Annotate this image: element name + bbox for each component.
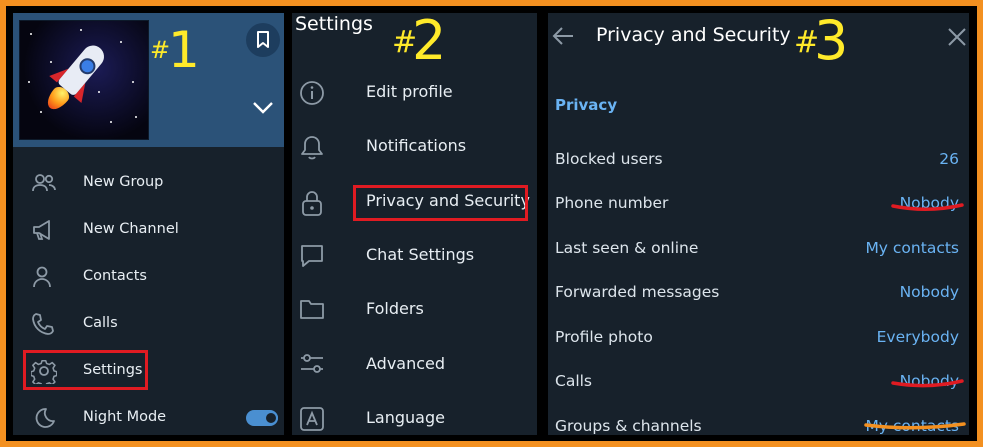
- chat-icon: [301, 245, 323, 267]
- menu-item-new-channel[interactable]: New Channel: [13, 207, 284, 254]
- menu-item-night-mode[interactable]: Night Mode: [13, 395, 284, 435]
- phone-icon: [32, 313, 54, 335]
- settings-title: Settings: [295, 13, 373, 35]
- avatar[interactable]: [19, 20, 149, 140]
- settings-item-label: Edit profile: [366, 82, 453, 101]
- menu-item-contacts[interactable]: Contacts: [13, 254, 284, 301]
- main-menu-panel: # 1 New Group New Channel Contacts Calls…: [13, 13, 284, 435]
- settings-item-notifications[interactable]: Notifications: [292, 120, 537, 174]
- annotation-number-2: 2: [412, 13, 447, 72]
- privacy-security-panel: Privacy and Security # 3 Privacy Blocked…: [548, 13, 969, 435]
- underline-calls: [891, 379, 964, 388]
- settings-item-advanced[interactable]: Advanced: [292, 338, 537, 392]
- info-icon: [300, 81, 324, 105]
- annotation-number-1: 1: [168, 21, 200, 79]
- underline-phone-number: [891, 203, 964, 212]
- menu-item-label: Contacts: [83, 268, 147, 284]
- profile-header: # 1: [13, 13, 284, 147]
- lock-icon: [302, 191, 322, 216]
- rocket-icon: [34, 35, 116, 122]
- settings-item-label: Advanced: [366, 354, 446, 373]
- menu-item-new-group[interactable]: New Group: [13, 160, 284, 207]
- night-mode-toggle[interactable]: [246, 410, 278, 426]
- moon-icon: [35, 408, 55, 428]
- sliders-icon: [301, 354, 323, 373]
- person-icon: [33, 266, 51, 288]
- bell-icon: [301, 136, 323, 160]
- settings-item-label: Notifications: [366, 136, 467, 155]
- settings-item-language[interactable]: Language: [292, 392, 537, 435]
- menu-item-calls[interactable]: Calls: [13, 301, 284, 348]
- megaphone-icon: [33, 220, 50, 240]
- settings-item-label: Chat Settings: [366, 245, 475, 264]
- highlight-box-privacy: [353, 185, 528, 221]
- chevron-down-icon[interactable]: [252, 101, 274, 115]
- language-icon: [300, 407, 324, 431]
- menu-item-label: New Channel: [83, 221, 179, 237]
- settings-item-folders[interactable]: Folders: [292, 283, 537, 337]
- bookmark-icon: [257, 31, 269, 48]
- underline-groups-channels: [864, 422, 966, 430]
- settings-item-chat-settings[interactable]: Chat Settings: [292, 229, 537, 283]
- group-icon: [32, 174, 56, 192]
- settings-item-label: Language: [366, 408, 445, 427]
- menu-item-label: Night Mode: [83, 409, 167, 425]
- saved-messages-button[interactable]: [246, 23, 280, 57]
- folder-icon: [300, 300, 324, 319]
- settings-panel: Settings # 2 Edit profile Notifications …: [292, 13, 537, 435]
- annotation-underlines: [864, 203, 966, 430]
- toggle-knob: [264, 411, 278, 425]
- settings-item-label: Folders: [366, 299, 424, 318]
- menu-item-label: Calls: [83, 315, 118, 331]
- settings-item-edit-profile[interactable]: Edit profile: [292, 66, 537, 120]
- highlight-box-settings: [23, 350, 148, 390]
- menu-item-label: New Group: [83, 174, 164, 190]
